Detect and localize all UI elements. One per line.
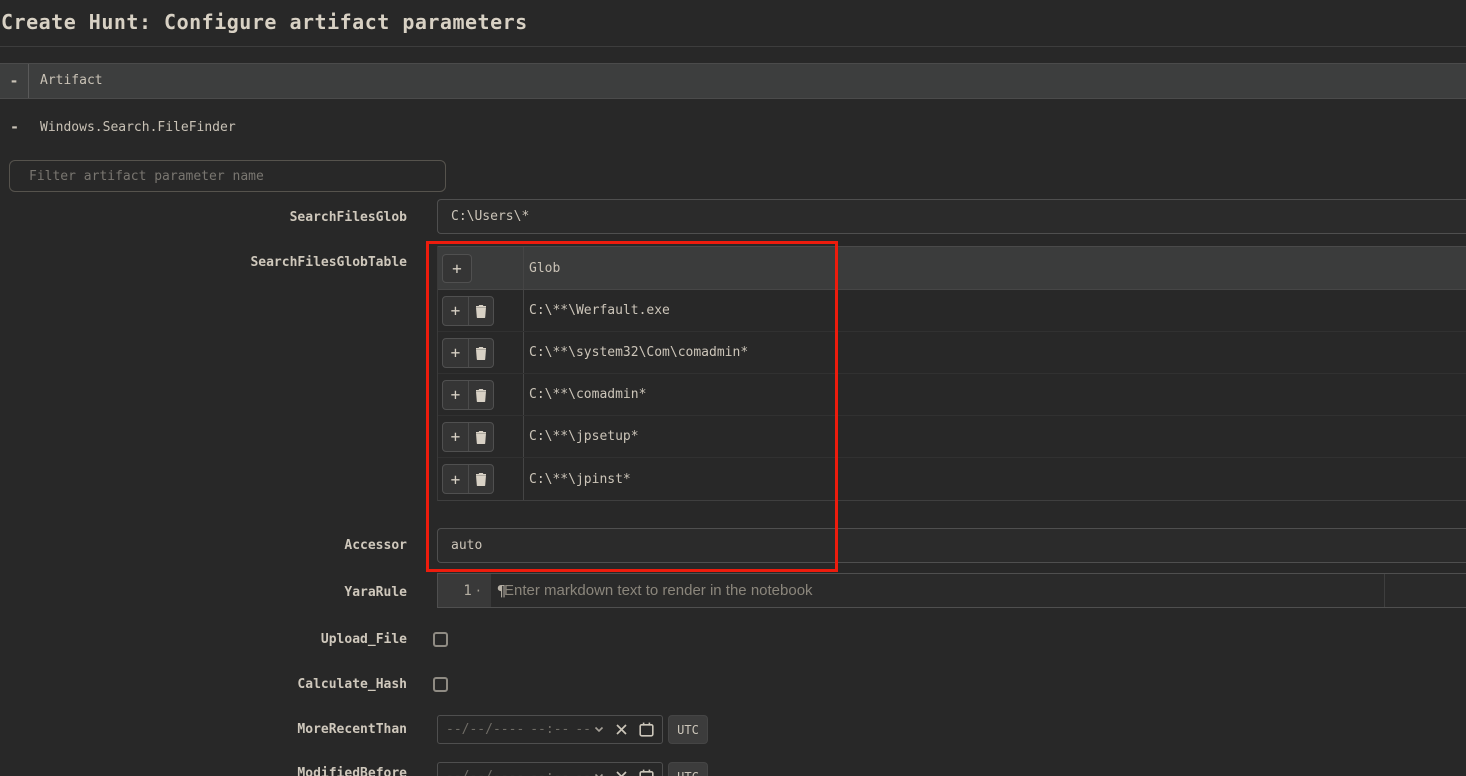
search-files-glob-table: + Glob + C:\**\Werfault.exe + xyxy=(437,246,1466,501)
row-button-group: + xyxy=(442,422,494,452)
plus-icon: + xyxy=(451,343,461,362)
delete-row-button[interactable] xyxy=(468,423,493,451)
trash-icon xyxy=(475,304,487,318)
plus-icon: + xyxy=(451,427,461,446)
editor-body[interactable]: ¶ Enter markdown text to render in the n… xyxy=(491,574,1466,607)
glob-cell[interactable]: C:\**\jpinst* xyxy=(524,458,1466,500)
label-yara-rule: YaraRule xyxy=(0,585,407,600)
trash-icon xyxy=(475,388,487,402)
yara-rule-editor[interactable]: 1 · ¶ Enter markdown text to render in t… xyxy=(437,573,1466,608)
timezone-button[interactable]: UTC xyxy=(668,715,708,744)
page-title: Create Hunt: Configure artifact paramete… xyxy=(0,0,1466,34)
row-button-group: + xyxy=(442,464,494,494)
accordion-artifact-name[interactable]: - Windows.Search.FileFinder xyxy=(0,107,1466,147)
label-modified-before: ModifiedBefore xyxy=(0,766,407,776)
add-row-button[interactable]: + xyxy=(442,254,472,283)
collapse-minus-icon[interactable]: - xyxy=(0,64,29,98)
table-row: + C:\**\jpsetup* xyxy=(438,416,1466,458)
editor-gutter: 1 · xyxy=(438,574,491,607)
add-row-button[interactable]: + xyxy=(443,465,468,493)
more-recent-than-datetime-input[interactable]: --/--/---- --:-- -- xyxy=(437,715,663,744)
date-placeholder[interactable]: --/--/---- xyxy=(446,722,524,737)
date-placeholder[interactable]: --/--/---- xyxy=(446,769,524,776)
glob-column-header: Glob xyxy=(524,247,1466,289)
glob-table-header-button-cell: + xyxy=(438,247,524,289)
plus-icon: + xyxy=(451,385,461,404)
table-row: + C:\**\jpinst* xyxy=(438,458,1466,500)
glob-cell[interactable]: C:\**\system32\Com\comadmin* xyxy=(524,332,1466,373)
meridiem-placeholder[interactable]: -- xyxy=(575,769,591,776)
timezone-button[interactable]: UTC xyxy=(668,762,708,776)
plus-icon: + xyxy=(451,301,461,320)
artifact-name-label: Windows.Search.FileFinder xyxy=(29,120,236,135)
glob-table-header-row: + Glob xyxy=(438,246,1466,290)
trash-icon xyxy=(475,346,487,360)
delete-row-button[interactable] xyxy=(468,339,493,367)
calendar-icon[interactable] xyxy=(639,722,654,737)
add-row-button[interactable]: + xyxy=(443,297,468,325)
glob-cell[interactable]: C:\**\comadmin* xyxy=(524,374,1466,415)
accessor-input[interactable] xyxy=(437,528,1466,563)
clear-icon[interactable] xyxy=(615,770,628,776)
filter-parameter-input[interactable] xyxy=(9,160,446,192)
row-button-group: + xyxy=(442,296,494,326)
table-row: + C:\**\comadmin* xyxy=(438,374,1466,416)
delete-row-button[interactable] xyxy=(468,381,493,409)
add-row-button[interactable]: + xyxy=(443,381,468,409)
glob-cell[interactable]: C:\**\jpsetup* xyxy=(524,416,1466,457)
trash-icon xyxy=(475,472,487,486)
collapse-minus-icon[interactable]: - xyxy=(0,118,29,136)
glob-cell[interactable]: C:\**\Werfault.exe xyxy=(524,290,1466,331)
label-upload-file: Upload_File xyxy=(0,632,407,647)
plus-icon: + xyxy=(451,470,461,489)
editor-placeholder: Enter markdown text to render in the not… xyxy=(504,582,813,599)
time-placeholder[interactable]: --:-- xyxy=(530,769,569,776)
label-search-files-glob: SearchFilesGlob xyxy=(0,210,407,225)
plus-icon: + xyxy=(452,259,462,278)
row-button-cell: + xyxy=(438,290,524,331)
row-button-cell: + xyxy=(438,374,524,415)
row-button-group: + xyxy=(442,380,494,410)
accordion-artifact[interactable]: - Artifact xyxy=(0,63,1466,99)
row-button-cell: + xyxy=(438,332,524,373)
create-hunt-dialog: Create Hunt: Configure artifact paramete… xyxy=(0,0,1466,776)
label-calculate-hash: Calculate_Hash xyxy=(0,677,407,692)
print-margin-line xyxy=(1384,574,1385,607)
label-accessor: Accessor xyxy=(0,538,407,553)
meridiem-placeholder[interactable]: -- xyxy=(575,722,591,737)
line-number: 1 xyxy=(463,583,471,599)
row-button-cell: + xyxy=(438,416,524,457)
add-row-button[interactable]: + xyxy=(443,339,468,367)
accordion-artifact-label: Artifact xyxy=(29,64,103,98)
add-row-button[interactable]: + xyxy=(443,423,468,451)
calendar-icon[interactable] xyxy=(639,769,654,776)
delete-row-button[interactable] xyxy=(468,465,493,493)
upload-file-checkbox[interactable] xyxy=(433,632,448,647)
clear-icon[interactable] xyxy=(615,723,628,736)
calculate-hash-checkbox[interactable] xyxy=(433,677,448,692)
label-search-files-glob-table: SearchFilesGlobTable xyxy=(0,255,407,270)
chevron-down-icon[interactable] xyxy=(594,726,604,733)
dialog-titlebar: Create Hunt: Configure artifact paramete… xyxy=(0,0,1466,47)
table-row: + C:\**\system32\Com\comadmin* xyxy=(438,332,1466,374)
modified-before-datetime-input[interactable]: --/--/---- --:-- -- xyxy=(437,762,663,776)
delete-row-button[interactable] xyxy=(468,297,493,325)
table-row: + C:\**\Werfault.exe xyxy=(438,290,1466,332)
gutter-dot: · xyxy=(475,584,482,598)
row-button-cell: + xyxy=(438,458,524,500)
search-files-glob-input[interactable] xyxy=(437,199,1466,234)
trash-icon xyxy=(475,430,487,444)
time-placeholder[interactable]: --:-- xyxy=(530,722,569,737)
label-more-recent-than: MoreRecentThan xyxy=(0,722,407,737)
row-button-group: + xyxy=(442,338,494,368)
